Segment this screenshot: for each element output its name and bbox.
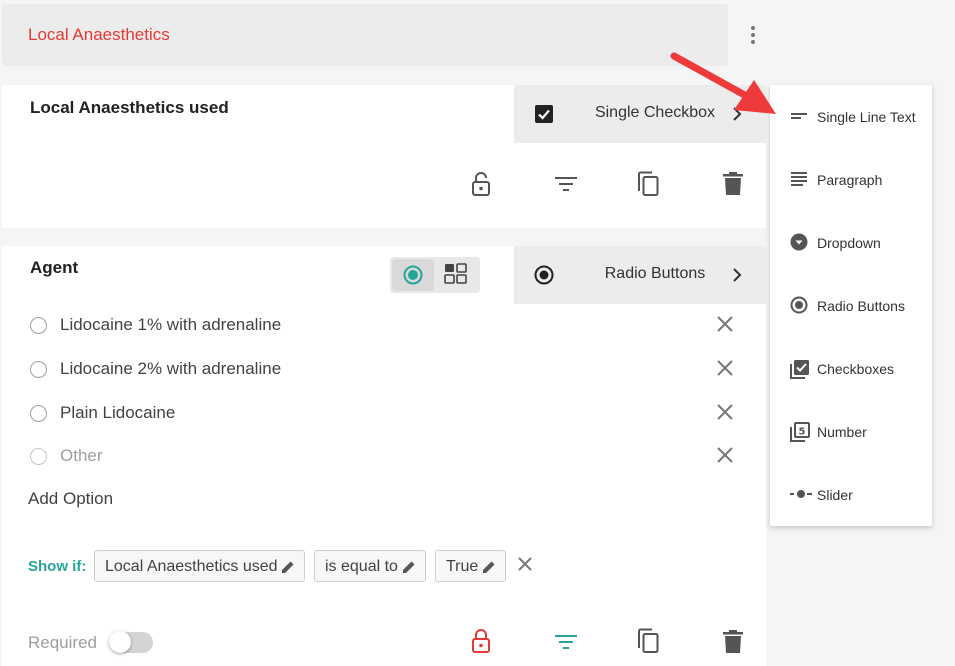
option-row-other: Other	[30, 444, 750, 470]
menu-item-label: Radio Buttons	[817, 298, 905, 314]
edit-pencil-icon	[403, 561, 415, 573]
menu-item-label: Single Line Text	[817, 109, 916, 125]
menu-item-label: Number	[817, 424, 867, 440]
menu-item-number[interactable]: 5 Number	[770, 408, 932, 456]
condition-value-chip[interactable]: True	[435, 550, 506, 582]
menu-item-label: Checkboxes	[817, 361, 895, 377]
show-if-label: Show if:	[28, 558, 87, 575]
delete-icon[interactable]	[723, 630, 743, 654]
remove-option-icon[interactable]	[716, 315, 734, 333]
radio-selected-icon	[403, 265, 423, 285]
menu-item-label: Dropdown	[817, 235, 881, 251]
option-label[interactable]: Lidocaine 1% with adrenaline	[60, 315, 281, 335]
copy-icon[interactable]	[636, 171, 660, 197]
toggle-knob	[109, 631, 131, 653]
menu-item-radio-buttons[interactable]: Radio Buttons	[770, 282, 932, 330]
delete-icon[interactable]	[723, 172, 743, 196]
slider-icon	[790, 485, 812, 503]
radio-unselected-icon[interactable]	[30, 405, 47, 422]
menu-item-label: Slider	[817, 487, 853, 503]
required-toggle[interactable]	[109, 631, 153, 653]
add-option-button[interactable]: Add Option	[28, 489, 113, 509]
menu-item-single-line-text[interactable]: Single Line Text	[770, 93, 932, 141]
filter-icon[interactable]	[555, 176, 577, 192]
lock-icon[interactable]	[470, 171, 492, 197]
radio-unselected-icon[interactable]	[30, 448, 47, 465]
remove-option-icon[interactable]	[716, 403, 734, 421]
condition-operator-label: is equal to	[325, 558, 398, 575]
option-row: Plain Lidocaine	[30, 401, 750, 427]
option-row: Lidocaine 2% with adrenaline	[30, 357, 750, 383]
condition-field-label: Local Anaesthetics used	[105, 558, 278, 575]
condition-operator-chip[interactable]: is equal to	[314, 550, 426, 582]
option-label[interactable]: Lidocaine 2% with adrenaline	[60, 359, 281, 379]
checkbox-checked-icon	[534, 104, 554, 124]
copy-icon[interactable]	[636, 628, 660, 654]
grid-layout-icon[interactable]	[444, 263, 468, 285]
question-title[interactable]: Agent	[30, 258, 78, 278]
option-label[interactable]: Plain Lidocaine	[60, 403, 175, 423]
checkboxes-icon	[790, 359, 810, 379]
radio-unselected-icon[interactable]	[30, 361, 47, 378]
lock-icon-active[interactable]	[470, 628, 492, 654]
paragraph-icon	[790, 170, 808, 188]
question-type-label: Radio Buttons	[604, 265, 706, 282]
condition-field-chip[interactable]: Local Anaesthetics used	[94, 550, 305, 582]
menu-item-dropdown[interactable]: Dropdown	[770, 219, 932, 267]
list-layout-button[interactable]	[392, 259, 434, 291]
chevron-right-icon	[730, 267, 744, 283]
radio-unselected-icon[interactable]	[30, 317, 47, 334]
section-header: Local Anaesthetics	[2, 4, 728, 66]
short-text-icon	[790, 107, 808, 125]
question-type-selector[interactable]: Radio Buttons	[514, 246, 766, 304]
question-card-agent: Agent Radio Buttons Lidocaine 1% with ad…	[2, 246, 766, 666]
question-card-local-anaesthetics-used: Local Anaesthetics used Single Checkbox	[2, 85, 766, 228]
more-options-icon[interactable]	[744, 24, 762, 46]
remove-option-icon[interactable]	[716, 359, 734, 377]
menu-item-paragraph[interactable]: Paragraph	[770, 156, 932, 204]
option-label[interactable]: Other	[60, 446, 103, 466]
radio-button-icon	[534, 265, 554, 285]
dropdown-icon	[790, 233, 808, 251]
question-title[interactable]: Local Anaesthetics used	[30, 98, 229, 118]
question-type-menu: Single Line Text Paragraph Dropdown Radi…	[770, 85, 932, 526]
chevron-right-icon	[730, 106, 744, 122]
menu-item-label: Paragraph	[817, 172, 883, 188]
section-title[interactable]: Local Anaesthetics	[28, 25, 170, 45]
condition-value-label: True	[446, 558, 479, 575]
remove-condition-icon[interactable]	[517, 556, 533, 572]
layout-toggle	[390, 257, 480, 293]
filter-icon-active[interactable]	[555, 634, 577, 650]
required-label: Required	[28, 633, 97, 652]
number-icon: 5	[790, 422, 810, 442]
option-row: Lidocaine 1% with adrenaline	[30, 313, 750, 339]
remove-option-icon[interactable]	[716, 446, 734, 464]
menu-item-slider[interactable]: Slider	[770, 471, 932, 519]
edit-pencil-icon	[483, 561, 495, 573]
menu-item-checkboxes[interactable]: Checkboxes	[770, 345, 932, 393]
question-type-selector[interactable]: Single Checkbox	[514, 85, 766, 143]
radio-button-icon	[790, 296, 808, 314]
question-type-label: Single Checkbox	[594, 104, 716, 121]
svg-text:5: 5	[799, 427, 806, 438]
edit-pencil-icon	[282, 561, 294, 573]
